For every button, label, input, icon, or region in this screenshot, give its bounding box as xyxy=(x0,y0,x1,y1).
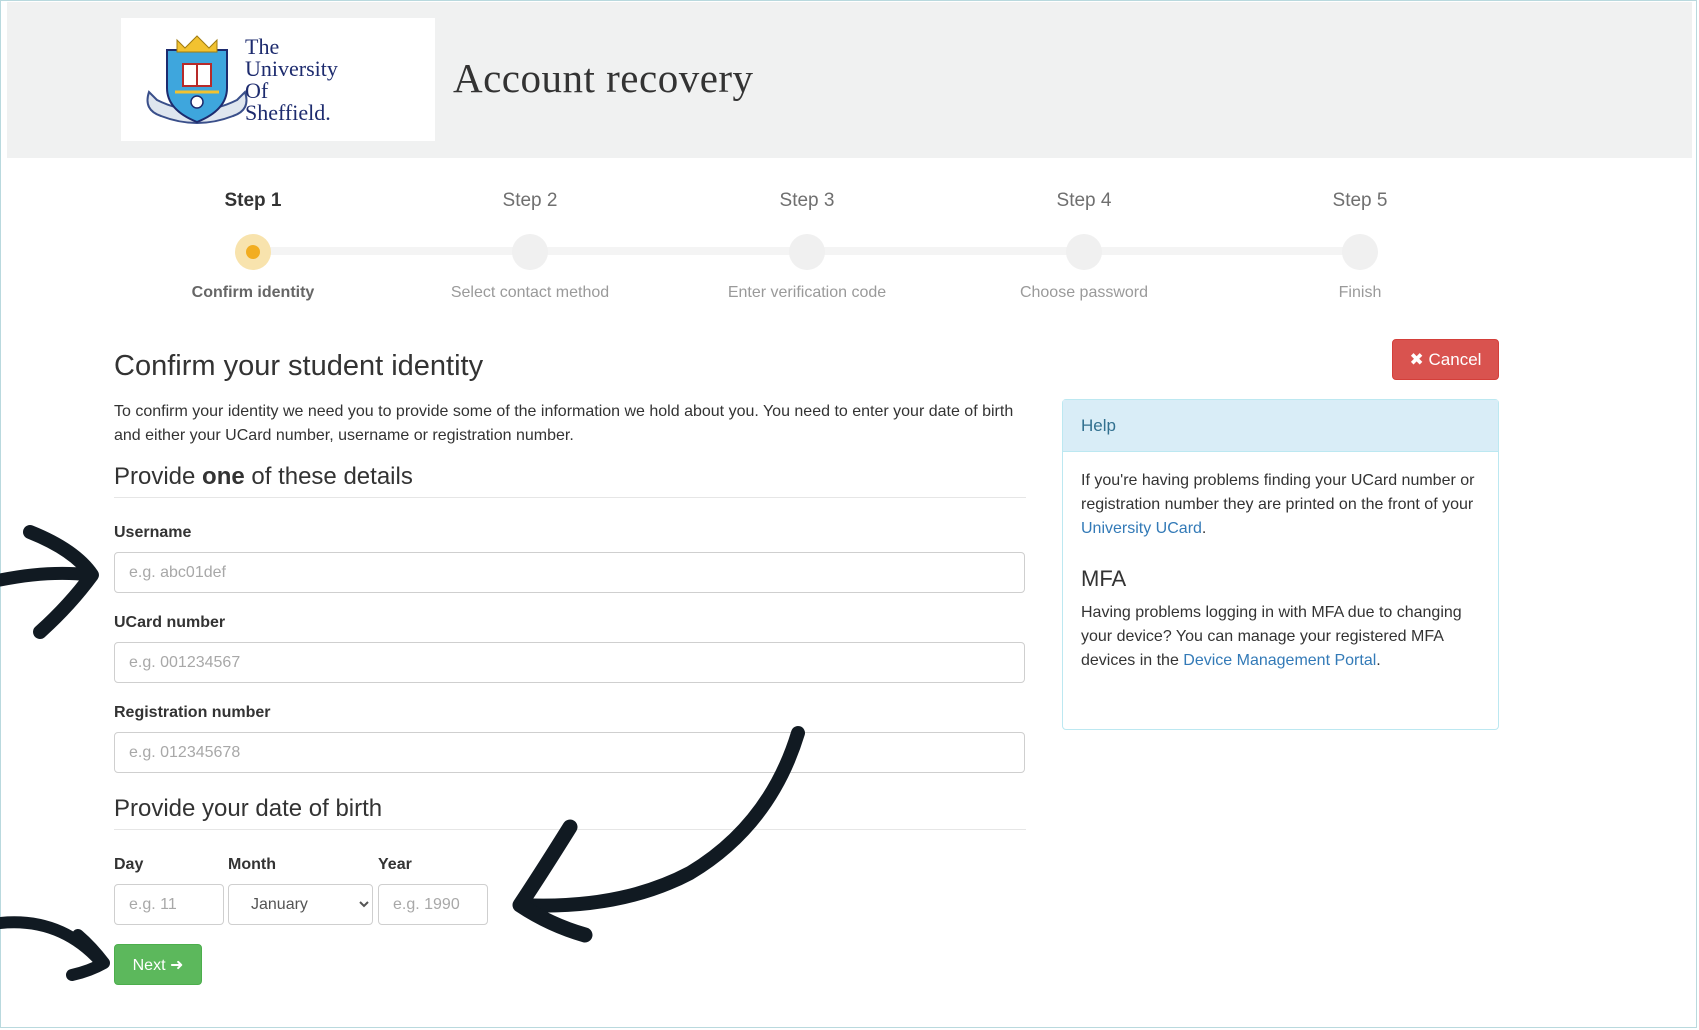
step-title: Step 1 xyxy=(224,190,282,211)
year-input[interactable] xyxy=(378,884,488,925)
ucard-label: UCard number xyxy=(114,614,226,631)
step-title: Step 3 xyxy=(779,190,835,211)
logo-line: University xyxy=(245,56,338,81)
cancel-button[interactable]: ✖ Cancel xyxy=(1392,339,1499,380)
day-input[interactable] xyxy=(114,884,224,925)
step-label: Select contact method xyxy=(450,284,610,301)
registration-label: Registration number xyxy=(114,704,271,721)
step-label: Confirm identity xyxy=(191,284,315,301)
device-management-portal-link[interactable]: Device Management Portal xyxy=(1183,652,1376,669)
username-label: Username xyxy=(114,524,192,541)
annotation-arrow-dob xyxy=(512,726,805,943)
step-indicator xyxy=(512,234,548,270)
page-title: Account recovery xyxy=(453,55,754,101)
university-crest-icon xyxy=(146,35,248,124)
annotation-arrow-username xyxy=(0,525,99,639)
ucard-number-input[interactable] xyxy=(114,642,1025,683)
username-input[interactable] xyxy=(114,552,1025,593)
form-intro-text: To confirm your identity we need you to … xyxy=(114,403,1014,444)
step-4: Step 4 Choose password xyxy=(974,190,1194,302)
next-button[interactable]: Next ➜ xyxy=(114,944,202,985)
ucard-help-text: If you're having problems finding your U… xyxy=(1081,469,1480,541)
help-text: If you're having problems finding your U… xyxy=(1081,472,1475,513)
step-1: Step 1 Confirm identity xyxy=(143,190,363,302)
help-panel: Help If you're having problems finding y… xyxy=(1062,399,1499,730)
section-divider xyxy=(114,497,1026,498)
step-indicator-active xyxy=(235,234,271,270)
next-label: Next xyxy=(132,956,166,974)
day-label: Day xyxy=(114,856,144,873)
heading-text: Provide xyxy=(114,463,203,490)
help-text: . xyxy=(1376,652,1381,669)
step-title: Step 5 xyxy=(1332,190,1388,211)
step-indicator xyxy=(789,234,825,270)
mfa-help-text: Having problems logging in with MFA due … xyxy=(1081,601,1480,673)
step-5: Step 5 Finish xyxy=(1250,190,1470,302)
annotation-arrow-next xyxy=(0,916,110,981)
step-label: Finish xyxy=(1338,284,1382,301)
step-label: Choose password xyxy=(1019,284,1149,301)
university-logo[interactable]: The University Of Sheffield. xyxy=(121,18,435,141)
help-text: . xyxy=(1201,520,1207,537)
step-label: Enter verification code xyxy=(727,284,887,301)
step-title: Step 2 xyxy=(502,190,558,211)
heading-emphasis: one xyxy=(202,463,245,490)
page-header: The University Of Sheffield. Account rec… xyxy=(7,2,1692,158)
year-label: Year xyxy=(378,856,412,873)
step-3: Step 3 Enter verification code xyxy=(697,190,917,302)
dob-section-heading: Provide your date of birth xyxy=(114,795,383,822)
details-section-heading: Provide one of these details xyxy=(114,463,413,491)
cancel-label: Cancel xyxy=(1428,349,1482,369)
close-icon: ✖ xyxy=(1409,349,1424,369)
step-title: Step 4 xyxy=(1056,190,1112,211)
logo-wordmark: The University Of Sheffield. xyxy=(245,36,338,124)
arrow-right-icon: ➜ xyxy=(169,956,184,974)
university-ucard-link[interactable]: University UCard xyxy=(1081,520,1202,537)
logo-line: Sheffield. xyxy=(245,100,331,125)
logo-line: Of xyxy=(245,78,269,103)
help-panel-title: Help xyxy=(1063,400,1498,452)
heading-text: of these details xyxy=(244,463,413,490)
help-panel-body: If you're having problems finding your U… xyxy=(1063,452,1498,673)
logo-line: The xyxy=(245,34,280,59)
step-2: Step 2 Select contact method xyxy=(420,190,640,302)
month-label: Month xyxy=(228,856,276,873)
month-select[interactable]: January xyxy=(228,884,373,925)
step-indicator xyxy=(1342,234,1378,270)
step-indicator xyxy=(1066,234,1102,270)
mfa-heading: MFA xyxy=(1081,566,1127,591)
form-heading: Confirm your student identity xyxy=(114,350,484,382)
